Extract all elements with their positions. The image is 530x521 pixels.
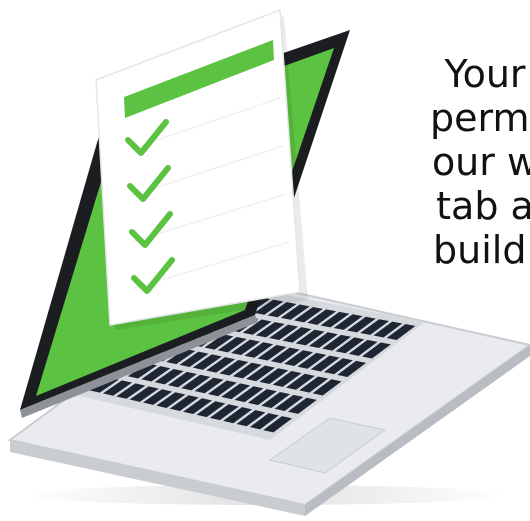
caption-line: permi xyxy=(429,96,530,140)
caption-line: our w xyxy=(431,140,530,184)
caption-line: Your xyxy=(444,52,526,96)
caption-line: buildi xyxy=(433,228,530,272)
caption-line: tab a xyxy=(436,184,530,228)
caption-text: Your permi our w tab a buildi xyxy=(420,52,530,272)
illustration-panel: Your permi our w tab a buildi xyxy=(0,0,530,521)
checklist-document xyxy=(95,8,308,330)
